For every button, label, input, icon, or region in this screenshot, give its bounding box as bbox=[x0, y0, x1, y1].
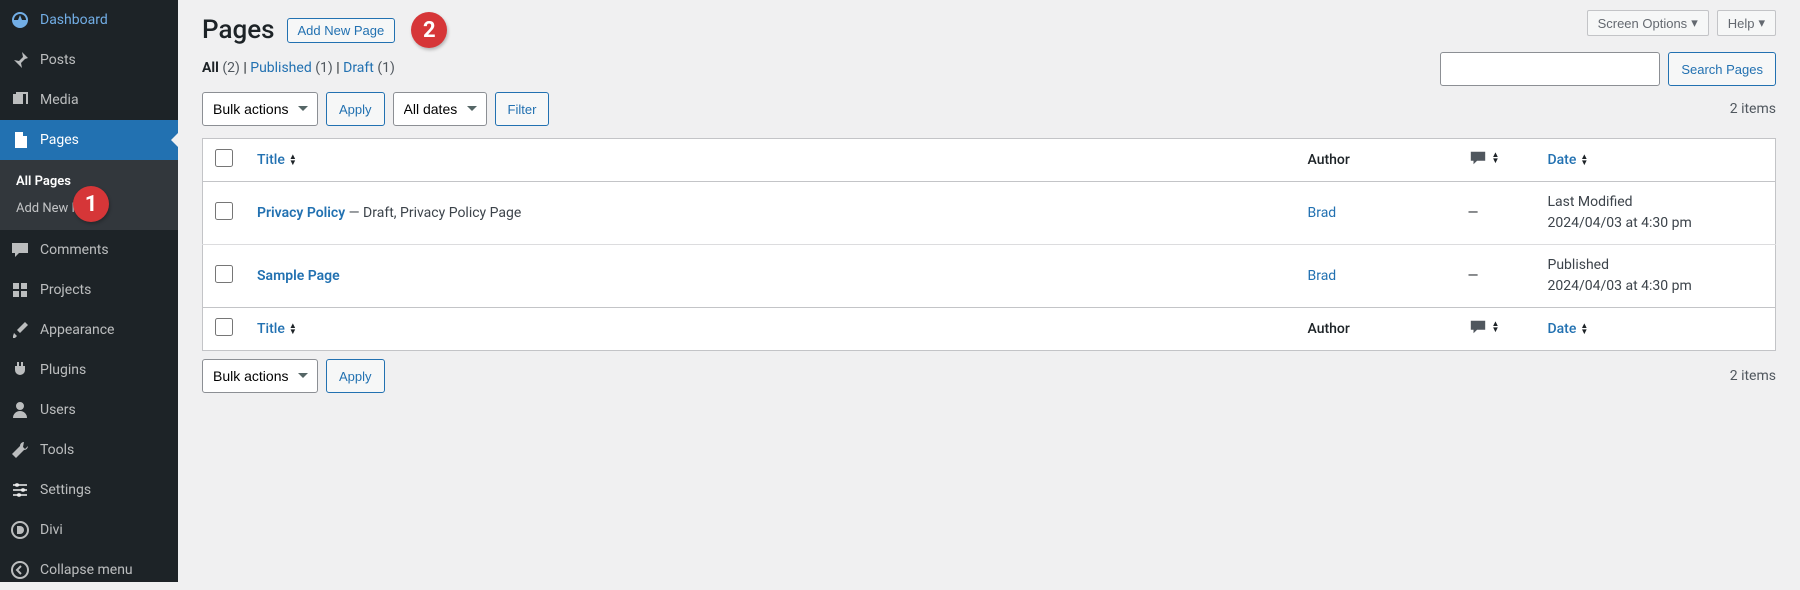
row-comments: — bbox=[1456, 245, 1536, 308]
items-count-bottom: 2 items bbox=[1730, 368, 1776, 384]
sidebar-item-media[interactable]: Media bbox=[0, 80, 178, 120]
sidebar-item-label: Users bbox=[40, 402, 76, 418]
sidebar-item-label: Collapse menu bbox=[40, 562, 133, 578]
sidebar-item-label: Posts bbox=[40, 52, 76, 68]
sidebar-item-label: Media bbox=[40, 92, 79, 108]
sidebar-item-users[interactable]: Users bbox=[0, 390, 178, 430]
sort-indicator-icon: ▲▼ bbox=[289, 154, 297, 166]
select-all-top[interactable] bbox=[215, 149, 233, 167]
apply-button-top[interactable]: Apply bbox=[326, 92, 385, 126]
apply-button-bottom[interactable]: Apply bbox=[326, 359, 385, 393]
items-count-top: 2 items bbox=[1730, 101, 1776, 117]
sort-indicator-icon: ▲▼ bbox=[1492, 152, 1500, 164]
filter-published-count: (1) bbox=[315, 60, 333, 76]
sidebar-item-label: Plugins bbox=[40, 362, 86, 378]
sidebar-item-settings[interactable]: Settings bbox=[0, 470, 178, 510]
annotation-badge-2: 2 bbox=[411, 12, 447, 48]
comment-icon bbox=[10, 240, 30, 260]
sidebar-item-pages[interactable]: Pages bbox=[0, 120, 178, 160]
row-checkbox[interactable] bbox=[215, 265, 233, 283]
sidebar-item-tools[interactable]: Tools bbox=[0, 430, 178, 470]
filter-draft[interactable]: Draft bbox=[343, 60, 374, 76]
sidebar-item-projects[interactable]: Projects bbox=[0, 270, 178, 310]
sidebar-item-divi[interactable]: Divi bbox=[0, 510, 178, 550]
column-title-footer[interactable]: Title▲▼ bbox=[257, 321, 297, 337]
sidebar-collapse[interactable]: Collapse menu bbox=[0, 550, 178, 590]
sidebar-item-label: Pages bbox=[40, 132, 79, 148]
row-date: Last Modified2024/04/03 at 4:30 pm bbox=[1536, 182, 1776, 245]
sort-indicator-icon: ▲▼ bbox=[1580, 154, 1588, 166]
sidebar-item-label: Settings bbox=[40, 482, 91, 498]
sidebar-item-appearance[interactable]: Appearance bbox=[0, 310, 178, 350]
search-pages-button[interactable]: Search Pages bbox=[1668, 52, 1776, 86]
bulk-actions-select-top[interactable]: Bulk actions bbox=[202, 92, 318, 126]
sliders-icon bbox=[10, 480, 30, 500]
bulk-actions-select-bottom[interactable]: Bulk actions bbox=[202, 359, 318, 393]
row-state: — Draft, Privacy Policy Page bbox=[345, 205, 521, 221]
filter-all-count: (2) bbox=[222, 60, 240, 76]
sidebar-item-label: Projects bbox=[40, 282, 91, 298]
row-title-link[interactable]: Privacy Policy bbox=[257, 205, 345, 221]
annotation-badge-1: 1 bbox=[73, 186, 109, 222]
sidebar-item-label: Appearance bbox=[40, 322, 114, 338]
add-new-page-button[interactable]: Add New Page bbox=[287, 18, 396, 43]
table-row: Sample Page Brad — Published2024/04/03 a… bbox=[203, 245, 1776, 308]
table-row: Privacy Policy — Draft, Privacy Policy P… bbox=[203, 182, 1776, 245]
row-author-link[interactable]: Brad bbox=[1308, 268, 1337, 284]
media-icon bbox=[10, 90, 30, 110]
plug-icon bbox=[10, 360, 30, 380]
row-date: Published2024/04/03 at 4:30 pm bbox=[1536, 245, 1776, 308]
dashboard-icon bbox=[10, 10, 30, 30]
column-comments-footer[interactable]: ▲▼ bbox=[1468, 318, 1500, 336]
sidebar-item-dashboard[interactable]: Dashboard bbox=[0, 0, 178, 40]
select-all-bottom[interactable] bbox=[215, 318, 233, 336]
page-title: Pages bbox=[202, 15, 275, 45]
row-title-link[interactable]: Sample Page bbox=[257, 268, 340, 284]
sort-indicator-icon: ▲▼ bbox=[1492, 321, 1500, 333]
projects-icon bbox=[10, 280, 30, 300]
row-checkbox[interactable] bbox=[215, 202, 233, 220]
tablenav-top: Bulk actions Apply All dates Filter 2 it… bbox=[202, 84, 1776, 134]
pages-icon bbox=[10, 130, 30, 150]
divi-icon bbox=[10, 520, 30, 540]
sidebar-item-label: Comments bbox=[40, 242, 109, 258]
filter-draft-count: (1) bbox=[377, 60, 395, 76]
sort-indicator-icon: ▲▼ bbox=[289, 323, 297, 335]
column-title-header[interactable]: Title▲▼ bbox=[257, 152, 297, 168]
filter-published[interactable]: Published bbox=[250, 60, 311, 76]
row-author-link[interactable]: Brad bbox=[1308, 205, 1337, 221]
filter-button[interactable]: Filter bbox=[495, 92, 550, 126]
user-icon bbox=[10, 400, 30, 420]
admin-sidebar: Dashboard Posts Media Pages All Pages Ad… bbox=[0, 0, 178, 582]
comment-bubble-icon bbox=[1468, 318, 1488, 336]
column-comments-header[interactable]: ▲▼ bbox=[1468, 149, 1500, 167]
sidebar-item-plugins[interactable]: Plugins bbox=[0, 350, 178, 390]
sidebar-item-comments[interactable]: Comments bbox=[0, 230, 178, 270]
column-date-header[interactable]: Date▲▼ bbox=[1548, 152, 1589, 168]
wrench-icon bbox=[10, 440, 30, 460]
sidebar-item-label: Dashboard bbox=[40, 12, 108, 28]
column-author-header: Author bbox=[1308, 152, 1350, 168]
sidebar-item-label: Tools bbox=[40, 442, 74, 458]
filter-all[interactable]: All bbox=[202, 60, 219, 76]
column-date-footer[interactable]: Date▲▼ bbox=[1548, 321, 1589, 337]
row-comments: — bbox=[1456, 182, 1536, 245]
sidebar-item-posts[interactable]: Posts bbox=[0, 40, 178, 80]
collapse-icon bbox=[10, 560, 30, 580]
brush-icon bbox=[10, 320, 30, 340]
pin-icon bbox=[10, 50, 30, 70]
search-pages-input[interactable] bbox=[1440, 52, 1660, 86]
main-content: Screen Options ▾ Help ▾ Pages Add New Pa… bbox=[178, 0, 1800, 582]
pages-table: Title▲▼ Author ▲▼ Date▲▼ Privacy Policy … bbox=[202, 138, 1776, 351]
column-author-footer: Author bbox=[1308, 321, 1350, 337]
sort-indicator-icon: ▲▼ bbox=[1580, 323, 1588, 335]
sidebar-item-label: Divi bbox=[40, 522, 63, 538]
tablenav-bottom: Bulk actions Apply 2 items bbox=[202, 351, 1776, 401]
date-filter-select[interactable]: All dates bbox=[393, 92, 487, 126]
comment-bubble-icon bbox=[1468, 149, 1488, 167]
